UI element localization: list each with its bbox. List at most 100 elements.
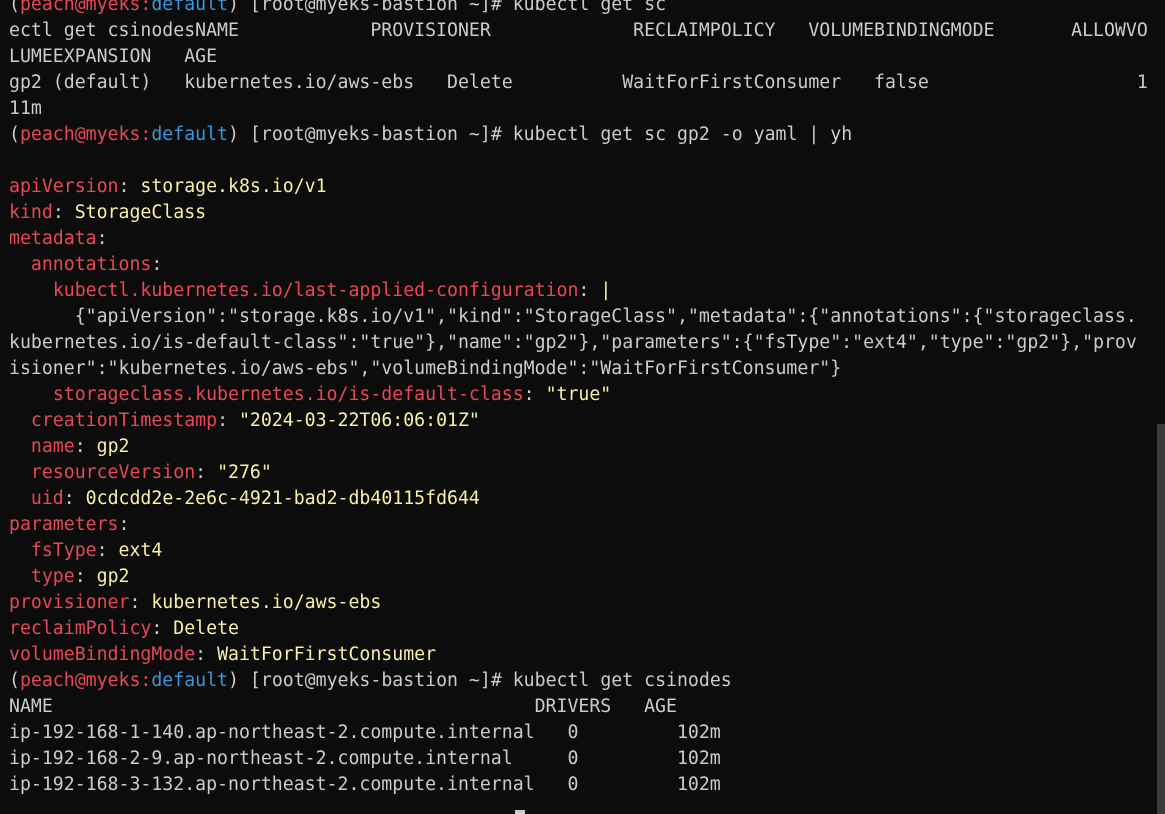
terminal-line: ip-192-168-2-9.ap-northeast-2.compute.in… [9, 746, 1157, 772]
output-text: LUMEEXPANSION AGE [9, 46, 218, 67]
yaml-space [589, 280, 600, 301]
yaml-colon: : [217, 410, 229, 431]
prompt-colon: : [140, 0, 152, 15]
output-text: ip-192-168-3-132.ap-northeast-2.compute.… [9, 774, 721, 795]
terminal-line: ip-192-168-1-140.ap-northeast-2.compute.… [9, 720, 1157, 746]
terminal-line: ip-192-168-3-132.ap-northeast-2.compute.… [9, 772, 1157, 798]
yaml-key: annotations [30, 254, 152, 275]
yaml-colon: : [151, 618, 163, 639]
terminal-line: uid: 0cdcdd2e-2e6c-4921-bad2-db40115fd64… [9, 486, 1157, 512]
terminal-line: apiVersion: storage.k8s.io/v1 [9, 174, 1157, 200]
yaml-space [64, 202, 75, 223]
yaml-value: 0cdcdd2e-2e6c-4921-bad2-db40115fd644 [85, 488, 480, 509]
scrollbar-thumb[interactable] [1157, 424, 1165, 814]
yaml-colon: : [63, 488, 75, 509]
terminal-line: resourceVersion: "276" [9, 460, 1157, 486]
terminal-line: storageclass.kubernetes.io/is-default-cl… [9, 382, 1157, 408]
terminal-line: (peach@myeks:default) [root@myeks-bastio… [9, 122, 1157, 148]
yaml-colon: : [74, 436, 86, 457]
prompt-shell: [root@myeks-bastion ~]# [249, 124, 502, 145]
terminal-output[interactable]: (peach@myeks:default) [root@myeks-bastio… [9, 0, 1157, 798]
terminal-line: parameters: [9, 512, 1157, 538]
yaml-space [108, 540, 119, 561]
yaml-value: gp2 [96, 566, 130, 587]
yaml-space [206, 644, 217, 665]
output-text: isioner":"kubernetes.io/aws-ebs","volume… [9, 358, 842, 379]
yaml-colon: : [96, 228, 108, 249]
yaml-colon: : [118, 514, 130, 535]
yaml-value: StorageClass [74, 202, 207, 223]
output-text: gp2 (default) kubernetes.io/aws-ebs Dele… [9, 72, 1148, 93]
prompt-host: myeks [85, 124, 141, 145]
prompt-paren: ( [9, 124, 20, 145]
yaml-key: storageclass.kubernetes.io/is-default-cl… [52, 384, 524, 405]
prompt-host: myeks [85, 0, 141, 15]
terminal-line: name: gp2 [9, 434, 1157, 460]
yaml-value: kubernetes.io/aws-ebs [151, 592, 382, 613]
terminal-line: volumeBindingMode: WaitForFirstConsumer [9, 642, 1157, 668]
command-text: kubectl get csinodes [512, 670, 732, 691]
yaml-value: "true" [545, 384, 612, 405]
yaml-space [75, 488, 86, 509]
prompt-host: myeks [85, 670, 141, 691]
yaml-space [162, 618, 173, 639]
yaml-colon: : [151, 254, 163, 275]
yaml-key: parameters [9, 514, 119, 535]
yaml-space [129, 176, 140, 197]
yaml-colon: : [52, 202, 64, 223]
yaml-colon: : [523, 384, 535, 405]
prompt-paren: ( [9, 670, 20, 691]
terminal-line: NAME DRIVERS AGE [9, 694, 1157, 720]
output-text: ip-192-168-1-140.ap-northeast-2.compute.… [9, 722, 721, 743]
terminal-line: gp2 (default) kubernetes.io/aws-ebs Dele… [9, 70, 1157, 96]
yaml-value: | [600, 280, 612, 301]
yaml-value: "2024-03-22T06:06:01Z" [238, 410, 480, 431]
prompt-shell: [root@myeks-bastion ~]# [249, 670, 502, 691]
terminal-line: 11m [9, 96, 1157, 122]
terminal-line: kind: StorageClass [9, 200, 1157, 226]
terminal-line: kubectl.kubernetes.io/last-applied-confi… [9, 278, 1157, 304]
terminal-line: annotations: [9, 252, 1157, 278]
prompt-namespace: default [151, 0, 229, 15]
yaml-key: metadata [9, 228, 97, 249]
terminal-line: kubernetes.io/is-default-class":"true"},… [9, 330, 1157, 356]
yaml-value: ext4 [118, 540, 163, 561]
yaml-space [86, 566, 97, 587]
yaml-value: storage.k8s.io/v1 [140, 176, 327, 197]
yaml-key: fsType [30, 540, 97, 561]
yaml-colon: : [129, 592, 141, 613]
yaml-space [86, 436, 97, 457]
terminal-line: ectl get csinodesNAME PROVISIONER RECLAI… [9, 18, 1157, 44]
prompt-shell: [root@myeks-bastion ~]# [249, 0, 502, 15]
prompt-user: peach [19, 124, 75, 145]
terminal-line: creationTimestamp: "2024-03-22T06:06:01Z… [9, 408, 1157, 434]
yaml-key: uid [30, 488, 64, 509]
prompt-at: @ [74, 670, 86, 691]
yaml-key: type [30, 566, 75, 587]
output-text: {"apiVersion":"storage.k8s.io/v1","kind"… [9, 306, 1137, 327]
terminal-line: fsType: ext4 [9, 538, 1157, 564]
yaml-key: kind [9, 202, 53, 223]
terminal-line: reclaimPolicy: Delete [9, 616, 1157, 642]
prompt-user: peach [19, 670, 75, 691]
yaml-value: gp2 [96, 436, 130, 457]
yaml-space [228, 410, 239, 431]
yaml-key: kubectl.kubernetes.io/last-applied-confi… [52, 280, 579, 301]
yaml-colon: : [118, 176, 130, 197]
output-text: NAME DRIVERS AGE [9, 696, 677, 717]
yaml-value: "276" [217, 462, 272, 483]
prompt-colon: : [140, 124, 152, 145]
yaml-value: WaitForFirstConsumer [217, 644, 437, 665]
prompt-namespace: default [151, 124, 229, 145]
yaml-colon: : [74, 566, 86, 587]
output-text: ip-192-168-2-9.ap-northeast-2.compute.in… [9, 748, 721, 769]
yaml-key: provisioner [9, 592, 130, 613]
prompt-paren: ) [228, 124, 250, 145]
